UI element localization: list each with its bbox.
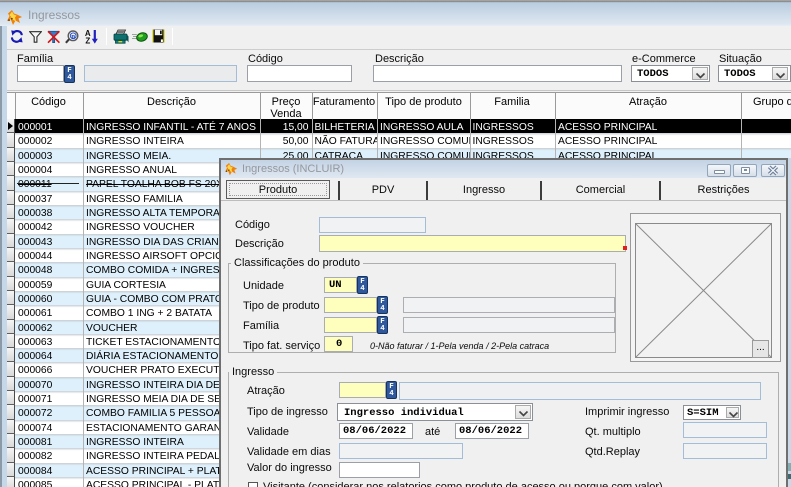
svg-text:Z: Z — [85, 37, 90, 44]
svg-text:n: n — [71, 32, 75, 40]
